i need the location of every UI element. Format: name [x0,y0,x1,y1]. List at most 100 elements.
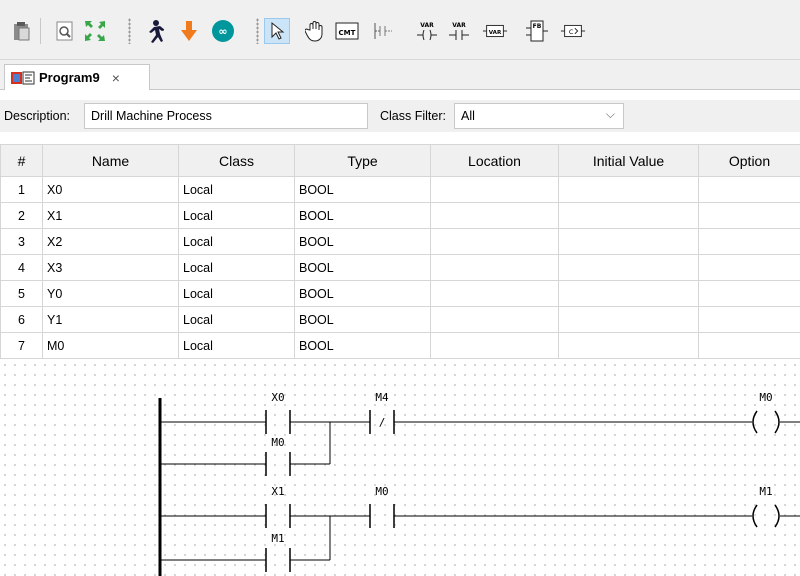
cell-initial-value[interactable] [558,176,699,203]
row-number: 7 [0,332,43,359]
var-label: VAR [420,22,434,29]
table-row[interactable]: 4 X3 Local BOOL [0,254,800,281]
cell-location[interactable] [430,176,559,203]
contact-x0[interactable]: X0 [265,391,291,434]
cell-initial-value[interactable] [558,306,699,333]
cmt-label: CMT [339,29,356,37]
fb-label: FB [533,23,542,30]
coil-label: M0 [759,391,772,404]
close-icon[interactable]: × [112,70,120,86]
contact-icon[interactable] [370,18,396,44]
rung-1: X0 M0 / M4 M0 [160,391,800,476]
cell-name[interactable]: Y1 [42,306,179,333]
cell-class[interactable]: Local [178,306,295,333]
cell-name[interactable]: X1 [42,202,179,229]
row-number: 3 [0,228,43,255]
table-row[interactable]: 2 X1 Local BOOL [0,202,800,229]
column-header-initial-value[interactable]: Initial Value [558,144,699,177]
cell-type[interactable]: BOOL [294,332,431,359]
cell-option[interactable] [698,306,800,333]
cell-location[interactable] [430,254,559,281]
cell-option[interactable] [698,254,800,281]
cell-name[interactable]: X2 [42,228,179,255]
contact-m0-parallel[interactable]: M0 [265,436,291,476]
class-filter-label: Class Filter: [380,109,446,123]
cell-name[interactable]: Y0 [42,280,179,307]
function-block-icon[interactable]: FB [524,18,550,44]
var-coil-icon[interactable]: VAR [414,18,440,44]
contact-label: M4 [375,391,389,404]
cell-location[interactable] [430,306,559,333]
cell-location[interactable] [430,332,559,359]
cell-initial-value[interactable] [558,202,699,229]
column-header-option[interactable]: Option [698,144,800,177]
cell-location[interactable] [430,228,559,255]
contact-x1[interactable]: X1 [265,485,291,528]
cell-type[interactable]: BOOL [294,306,431,333]
cell-initial-value[interactable] [558,280,699,307]
cell-class[interactable]: Local [178,202,295,229]
cell-type[interactable]: BOOL [294,202,431,229]
comment-icon[interactable]: CMT [334,18,360,44]
tab-program9[interactable]: Program9 × [4,64,150,90]
column-header-name[interactable]: Name [42,144,179,177]
cell-initial-value[interactable] [558,254,699,281]
ladder-editor[interactable]: X0 M0 / M4 M0 X1 M1 M0 M1 [0,360,800,576]
var-block-icon[interactable]: VAR [482,18,508,44]
cell-class[interactable]: Local [178,254,295,281]
arduino-icon[interactable]: ∞ [210,18,236,44]
cell-initial-value[interactable] [558,228,699,255]
cell-initial-value[interactable] [558,332,699,359]
contact-label: X0 [271,391,284,404]
cell-type[interactable]: BOOL [294,176,431,203]
var-contact-icon[interactable]: VAR [446,18,472,44]
clipboard-icon[interactable] [8,18,34,44]
cell-location[interactable] [430,202,559,229]
cell-class[interactable]: Local [178,280,295,307]
fit-screen-icon[interactable] [82,18,108,44]
column-header-class[interactable]: Class [178,144,295,177]
coil-m1[interactable]: M1 [752,485,780,528]
cell-option[interactable] [698,332,800,359]
cell-name[interactable]: M0 [42,332,179,359]
cell-class[interactable]: Local [178,332,295,359]
tab-strip: Program9 × [0,60,800,90]
table-row[interactable]: 1 X0 Local BOOL [0,176,800,203]
table-row[interactable]: 3 X2 Local BOOL [0,228,800,255]
coil-m0[interactable]: M0 [752,391,780,434]
table-row[interactable]: 6 Y1 Local BOOL [0,306,800,333]
hand-icon[interactable] [302,18,328,44]
var-label: VAR [452,22,466,29]
svg-text:∞: ∞ [218,25,227,38]
cell-option[interactable] [698,202,800,229]
cell-type[interactable]: BOOL [294,254,431,281]
compare-icon[interactable]: C [560,18,586,44]
table-row[interactable]: 7 M0 Local BOOL [0,332,800,359]
contact-m1-parallel[interactable]: M1 [265,532,291,572]
cell-option[interactable] [698,176,800,203]
cell-option[interactable] [698,228,800,255]
description-field[interactable]: Drill Machine Process [84,103,368,129]
contact-label: X1 [271,485,284,498]
var-label: VAR [489,30,502,36]
table-row[interactable]: 5 Y0 Local BOOL [0,280,800,307]
column-header-location[interactable]: Location [430,144,559,177]
contact-m0[interactable]: M0 [369,485,395,528]
cell-type[interactable]: BOOL [294,228,431,255]
pointer-icon[interactable] [264,18,290,44]
cell-type[interactable]: BOOL [294,280,431,307]
coil-label: M1 [759,485,772,498]
run-icon[interactable] [140,18,166,44]
zoom-icon[interactable] [52,18,78,44]
cell-option[interactable] [698,280,800,307]
cell-class[interactable]: Local [178,228,295,255]
cell-class[interactable]: Local [178,176,295,203]
contact-m4-nc[interactable]: / M4 [369,391,395,434]
cell-name[interactable]: X0 [42,176,179,203]
column-header-number[interactable]: # [0,144,43,177]
class-filter-select[interactable]: All ⌵ [454,103,624,129]
cell-name[interactable]: X3 [42,254,179,281]
column-header-type[interactable]: Type [294,144,431,177]
download-icon[interactable] [176,18,202,44]
cell-location[interactable] [430,280,559,307]
